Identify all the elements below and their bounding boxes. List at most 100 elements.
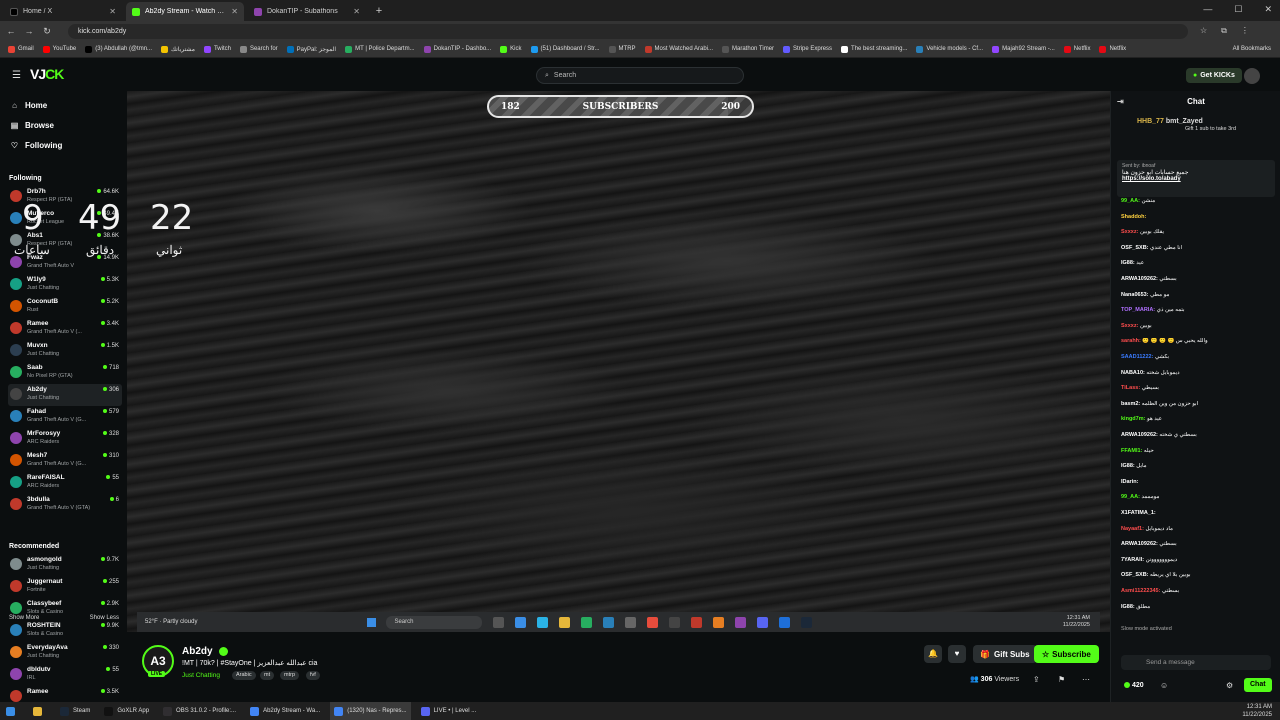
taskbar-app[interactable]: Steam [56, 702, 94, 720]
chat-username[interactable]: 99_AA: [1121, 198, 1140, 204]
search-input[interactable]: ⌕ Search [536, 67, 744, 84]
collapse-chat-icon[interactable]: ⇥ [1117, 97, 1124, 106]
bookmark-item[interactable]: Marathon Timer [722, 45, 774, 53]
chat-username[interactable]: Shaddoh: [1121, 214, 1146, 220]
chat-username[interactable]: Nana0653: [1121, 292, 1149, 298]
sidebar-channel-item[interactable]: 3bdulla Grand Theft Auto V (GTA) 6 [8, 494, 122, 516]
bookmark-item[interactable]: (3) Abdullah (@tmn... [85, 45, 152, 53]
chat-username[interactable]: sarahh: [1121, 338, 1141, 344]
back-icon[interactable]: ← [4, 26, 18, 36]
sidebar-channel-item[interactable]: dbldutv IRL 55 [8, 664, 122, 686]
sidebar-channel-item[interactable]: MrForosyy ARC Raiders 328 [8, 428, 122, 450]
stream-tag[interactable]: fvf [306, 671, 320, 680]
chat-username[interactable]: OSF_SXB: [1121, 572, 1149, 578]
bookmark-item[interactable]: DokanTIP - Dashbo... [423, 45, 491, 53]
pinned-message[interactable]: Sent by: ibnoaf جميع حسابات ابو حزون هنا… [1117, 160, 1275, 197]
maximize-icon[interactable]: ☐ [1234, 4, 1242, 15]
taskbar-app[interactable]: Ab2dy Stream - Wa... [246, 702, 324, 720]
url-field[interactable]: kick.com/ab2dy [68, 23, 1188, 39]
chat-username[interactable]: X1FATIMA_1: [1121, 510, 1156, 516]
more-options-icon[interactable]: ⋯ [1082, 675, 1090, 684]
chat-username[interactable]: 99_AA: [1121, 494, 1140, 500]
bookmark-item[interactable]: Stripe Express [783, 45, 832, 53]
settings-gear-icon[interactable]: ⚙ [1226, 681, 1233, 690]
all-bookmarks-button[interactable]: All Bookmarks [1233, 46, 1271, 52]
sidebar-channel-item[interactable]: Ab2dy Just Chatting 306 [8, 384, 122, 406]
chat-username[interactable]: IG88: [1121, 260, 1135, 266]
close-icon[interactable]: ✕ [353, 7, 360, 16]
bookmark-item[interactable]: YouTube [42, 45, 76, 53]
sidebar-channel-item[interactable]: Juggernaut Fortnite 255 [8, 576, 122, 598]
sidebar-channel-item[interactable]: RareFAISAL ARC Raiders 55 [8, 472, 122, 494]
bookmark-item[interactable]: Kick [500, 45, 522, 53]
chat-username[interactable]: Sxxxz: [1121, 229, 1138, 235]
chat-username[interactable]: Nayaaf1: [1121, 526, 1144, 532]
sidebar-channel-item[interactable]: Saab No Pixel RP (GTA) 718 [8, 362, 122, 384]
chat-username[interactable]: ARWA109262: [1121, 276, 1158, 282]
chat-username[interactable]: basm2: [1121, 401, 1140, 407]
sidebar-nav-browse[interactable]: ▤ Browse [10, 121, 54, 130]
sidebar-channel-item[interactable]: Ramee Grand Theft Auto V (... 3.4K [8, 318, 122, 340]
file-explorer-icon[interactable] [29, 702, 50, 720]
kicks-balance[interactable]: 420 [1124, 682, 1144, 689]
sidebar-channel-item[interactable]: Classybeef Slots & Casino 2.9K [8, 598, 122, 620]
sidebar-channel-item[interactable]: Mesh7 Grand Theft Auto V (G... 310 [8, 450, 122, 472]
bookmark-item[interactable]: Majah92 Stream -... [992, 45, 1055, 53]
bookmark-item[interactable]: Gmail [8, 45, 34, 53]
taskbar-app[interactable]: OBS 31.0.2 - Profile:... [159, 702, 240, 720]
chat-username[interactable]: Asmi11222345: [1121, 588, 1160, 594]
chat-username[interactable]: TiLass: [1121, 385, 1140, 391]
chat-username[interactable]: ARWA109262: [1121, 432, 1158, 438]
bookmark-item[interactable]: MT | Police Departm... [345, 45, 415, 53]
taskbar-app[interactable]: LIVE • | Level ... [417, 702, 481, 720]
new-tab-button[interactable]: + [372, 4, 386, 18]
chat-username[interactable]: TOP_MARIA: [1121, 307, 1155, 313]
chat-username[interactable]: kingd7m: [1121, 416, 1145, 422]
close-icon[interactable]: ✕ [231, 7, 238, 16]
forward-icon[interactable]: → [22, 26, 36, 36]
star-icon[interactable]: ☆ [1200, 26, 1207, 36]
bookmark-item[interactable]: The best streaming... [841, 45, 907, 53]
extensions-icon[interactable]: ⧉ [1221, 26, 1227, 36]
user-avatar[interactable] [1244, 68, 1260, 84]
sidebar-channel-item[interactable]: asmongold Just Chatting 9.7K [8, 554, 122, 576]
bookmark-item[interactable]: Search for [239, 45, 278, 53]
browser-tab-active[interactable]: Ab2dy Stream - Watch Live on✕ [126, 2, 244, 21]
chat-username[interactable]: Sxxxz: [1121, 323, 1138, 329]
sidebar-channel-item[interactable]: Muvxn Just Chatting 1.5K [8, 340, 122, 362]
stream-tag[interactable]: mt [260, 671, 275, 680]
bookmark-item[interactable]: Netflix [1099, 45, 1126, 53]
report-icon[interactable]: ⚑ [1058, 675, 1065, 684]
gift-subs-button[interactable]: 🎁 Gift Subs [973, 645, 1037, 663]
emote-icon[interactable]: ☺ [1160, 681, 1168, 690]
bookmark-item[interactable]: Netflix [1063, 45, 1090, 53]
reload-icon[interactable]: ↻ [40, 26, 54, 37]
streamer-name[interactable]: Ab2dy [182, 646, 213, 657]
windows-start-icon[interactable] [0, 702, 23, 720]
chat-username[interactable]: IG88: [1121, 463, 1135, 469]
bookmark-item[interactable]: PayPal: الموجز [286, 45, 336, 53]
video-player[interactable] [127, 91, 1110, 632]
taskbar-app[interactable]: (1320) Nas - Repres... [330, 702, 411, 720]
bookmark-item[interactable]: مشترياتك [161, 45, 195, 53]
bookmark-item[interactable]: Most Watched Arabi... [644, 45, 713, 53]
sidebar-channel-item[interactable]: ROSHTEIN Slots & Casino 9.9K [8, 620, 122, 642]
sidebar-channel-item[interactable]: CoconutB Rust 5.2K [8, 296, 122, 318]
chat-username[interactable]: 7YARAII: [1121, 557, 1144, 563]
bookmark-item[interactable]: Vehicle models - Cf... [916, 45, 983, 53]
chat-username[interactable]: OSF_SXB: [1121, 245, 1149, 251]
sidebar-channel-item[interactable]: W1ly9 Just Chatting 5.3K [8, 274, 122, 296]
sidebar-nav-home[interactable]: ⌂ Home [10, 101, 47, 110]
close-window-icon[interactable]: ✕ [1264, 4, 1272, 15]
notification-bell-button[interactable]: 🔔 [924, 645, 942, 663]
minimize-icon[interactable]: — [1203, 4, 1212, 15]
hamburger-menu-icon[interactable]: ☰ [12, 70, 21, 81]
sidebar-channel-item[interactable]: Fahad Grand Theft Auto V (G... 579 [8, 406, 122, 428]
site-logo[interactable]: VJCK [30, 66, 64, 82]
follow-heart-button[interactable]: ♥ [948, 645, 966, 663]
close-icon[interactable]: ✕ [109, 7, 116, 16]
browser-tab[interactable]: Home / X ✕ [4, 2, 122, 21]
chat-username[interactable]: NABA10: [1121, 370, 1145, 376]
get-kicks-button[interactable]: ● Get KICKs [1186, 68, 1242, 83]
chat-username[interactable]: ARWA109262: [1121, 541, 1158, 547]
